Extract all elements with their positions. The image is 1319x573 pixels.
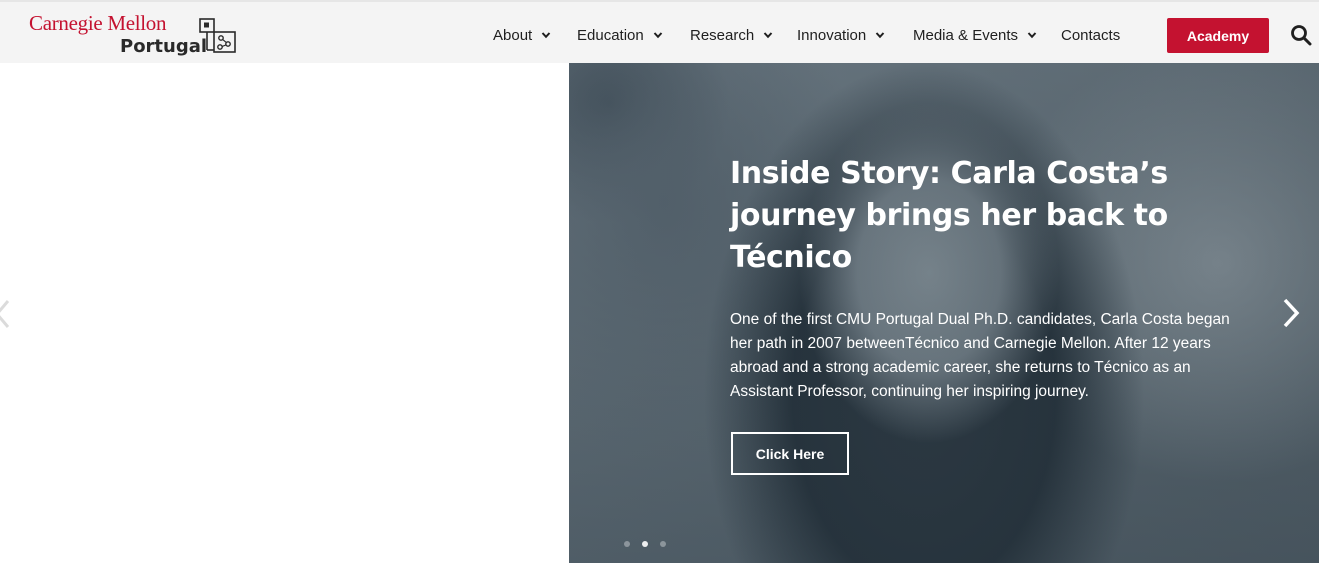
chevron-down-icon xyxy=(1027,32,1037,39)
nav-item-label: About xyxy=(493,26,533,44)
nav-item-label: Contacts xyxy=(1061,26,1121,44)
chevron-down-icon xyxy=(653,32,662,39)
nav-item-about[interactable]: About xyxy=(493,24,551,46)
logo-wordmark-carnegie-mellon: Carnegie Mellon xyxy=(29,11,167,35)
search-icon[interactable] xyxy=(1290,24,1312,46)
slider-dot[interactable] xyxy=(624,541,630,547)
nav-item-label: Media & Events xyxy=(913,26,1019,44)
nav-item-education[interactable]: Education xyxy=(577,24,663,46)
slider-pagination xyxy=(624,541,666,547)
click-here-button[interactable]: Click Here xyxy=(731,432,849,475)
site-header: Carnegie Mellon Portugal About Education… xyxy=(0,0,1319,63)
logo-wordmark-portugal: Portugal xyxy=(120,36,208,57)
academy-button[interactable]: Academy xyxy=(1167,18,1269,53)
nav-item-contacts[interactable]: Contacts xyxy=(1061,24,1120,46)
chevron-down-icon xyxy=(763,32,773,39)
slider-dot[interactable] xyxy=(660,541,666,547)
nav-item-label: Innovation xyxy=(797,26,867,44)
chevron-right-icon[interactable] xyxy=(1281,297,1301,329)
nav-item-label: Research xyxy=(690,26,755,44)
chevron-down-icon xyxy=(875,32,885,39)
hero-slide: Inside Story: Carla Costa’s journey brin… xyxy=(569,63,1319,563)
logo-network-mark-icon xyxy=(199,18,236,53)
nav-item-research[interactable]: Research xyxy=(690,24,773,46)
slider-previous-slide-area xyxy=(0,63,569,573)
cmu-portugal-logo[interactable]: Carnegie Mellon Portugal xyxy=(29,11,244,61)
hero-description: One of the first CMU Portugal Dual Ph.D.… xyxy=(730,311,1230,400)
nav-item-label: Education xyxy=(577,26,644,44)
nav-item-media-events[interactable]: Media & Events xyxy=(913,24,1037,46)
nav-item-innovation[interactable]: Innovation xyxy=(797,24,885,46)
chevron-down-icon xyxy=(541,32,551,39)
chevron-left-icon[interactable] xyxy=(0,298,10,330)
slider-dot-active[interactable] xyxy=(642,541,648,547)
hero-title: Inside Story: Carla Costa’s journey brin… xyxy=(730,156,1168,275)
